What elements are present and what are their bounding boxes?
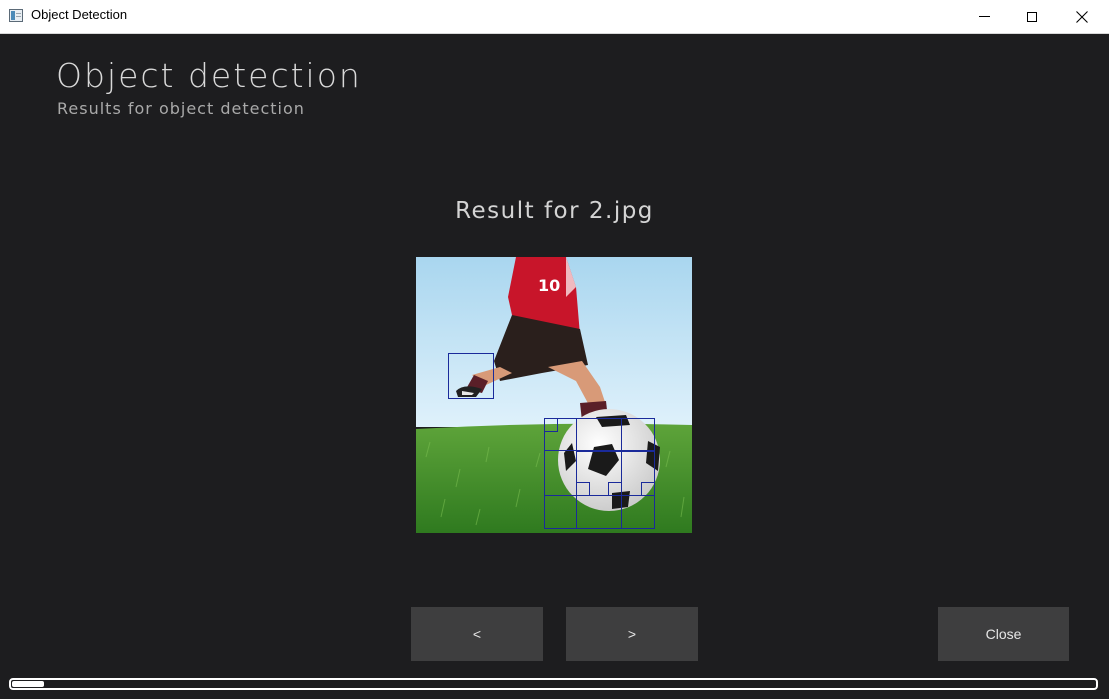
svg-text:10: 10 <box>538 276 560 295</box>
progress-fill <box>12 681 44 687</box>
progress-bar <box>9 678 1098 690</box>
close-button[interactable]: Close <box>938 607 1069 661</box>
previous-button[interactable]: < <box>411 607 543 661</box>
window-titlebar: Object Detection <box>0 0 1109 34</box>
app-window-icon <box>9 9 23 22</box>
minimize-button[interactable] <box>961 0 1007 33</box>
minimize-icon <box>978 16 990 17</box>
window-close-button[interactable] <box>1059 0 1105 33</box>
result-title: Result for 2.jpg <box>455 198 654 224</box>
close-icon <box>1076 10 1088 23</box>
next-button[interactable]: > <box>566 607 698 661</box>
page-title: Object detection <box>56 56 362 95</box>
page-subtitle: Results for object detection <box>57 99 305 118</box>
window-title: Object Detection <box>31 7 128 22</box>
maximize-icon <box>1027 11 1037 22</box>
maximize-button[interactable] <box>1009 0 1055 33</box>
result-image: 10 <box>416 257 692 533</box>
